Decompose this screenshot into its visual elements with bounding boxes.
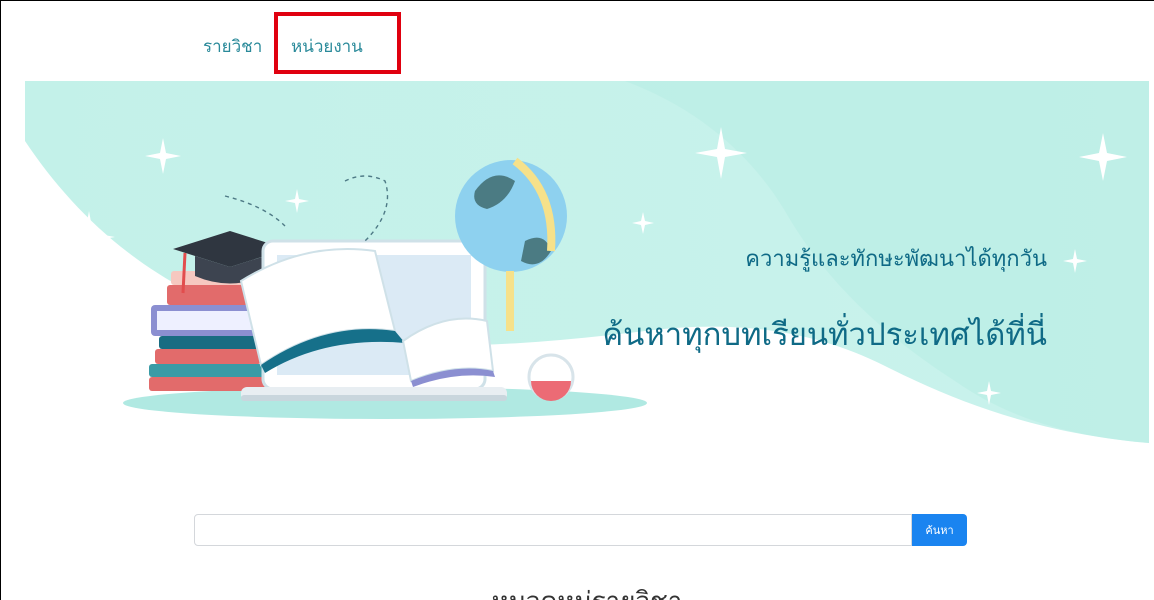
hero-banner: ความรู้และทักษะพัฒนาได้ทุกวัน ค้นหาทุกบท… — [25, 81, 1149, 446]
annotation-highlight-box — [274, 12, 401, 74]
search-input[interactable] — [194, 514, 912, 546]
hero-subtitle: ความรู้และทักษะพัฒนาได้ทุกวัน — [745, 247, 1047, 272]
flask-icon — [527, 353, 575, 401]
hero-title: ค้นหาทุกบทเรียนทั่วประเทศได้ที่นี่ — [602, 317, 1047, 353]
page: รายวิชา หน่วยงาน ความรู้และทักษะพัฒนาได้… — [25, 1, 1149, 600]
search-bar: ค้นหา — [194, 514, 967, 546]
section-heading: หมวดหมู่รายวิชา — [25, 581, 1149, 600]
browser-viewport: รายวิชา หน่วยงาน ความรู้และทักษะพัฒนาได้… — [0, 0, 1154, 600]
nav-item-subjects[interactable]: รายวิชา — [203, 33, 262, 60]
search-button[interactable]: ค้นหา — [912, 514, 967, 546]
top-nav: รายวิชา หน่วยงาน — [25, 1, 1149, 81]
